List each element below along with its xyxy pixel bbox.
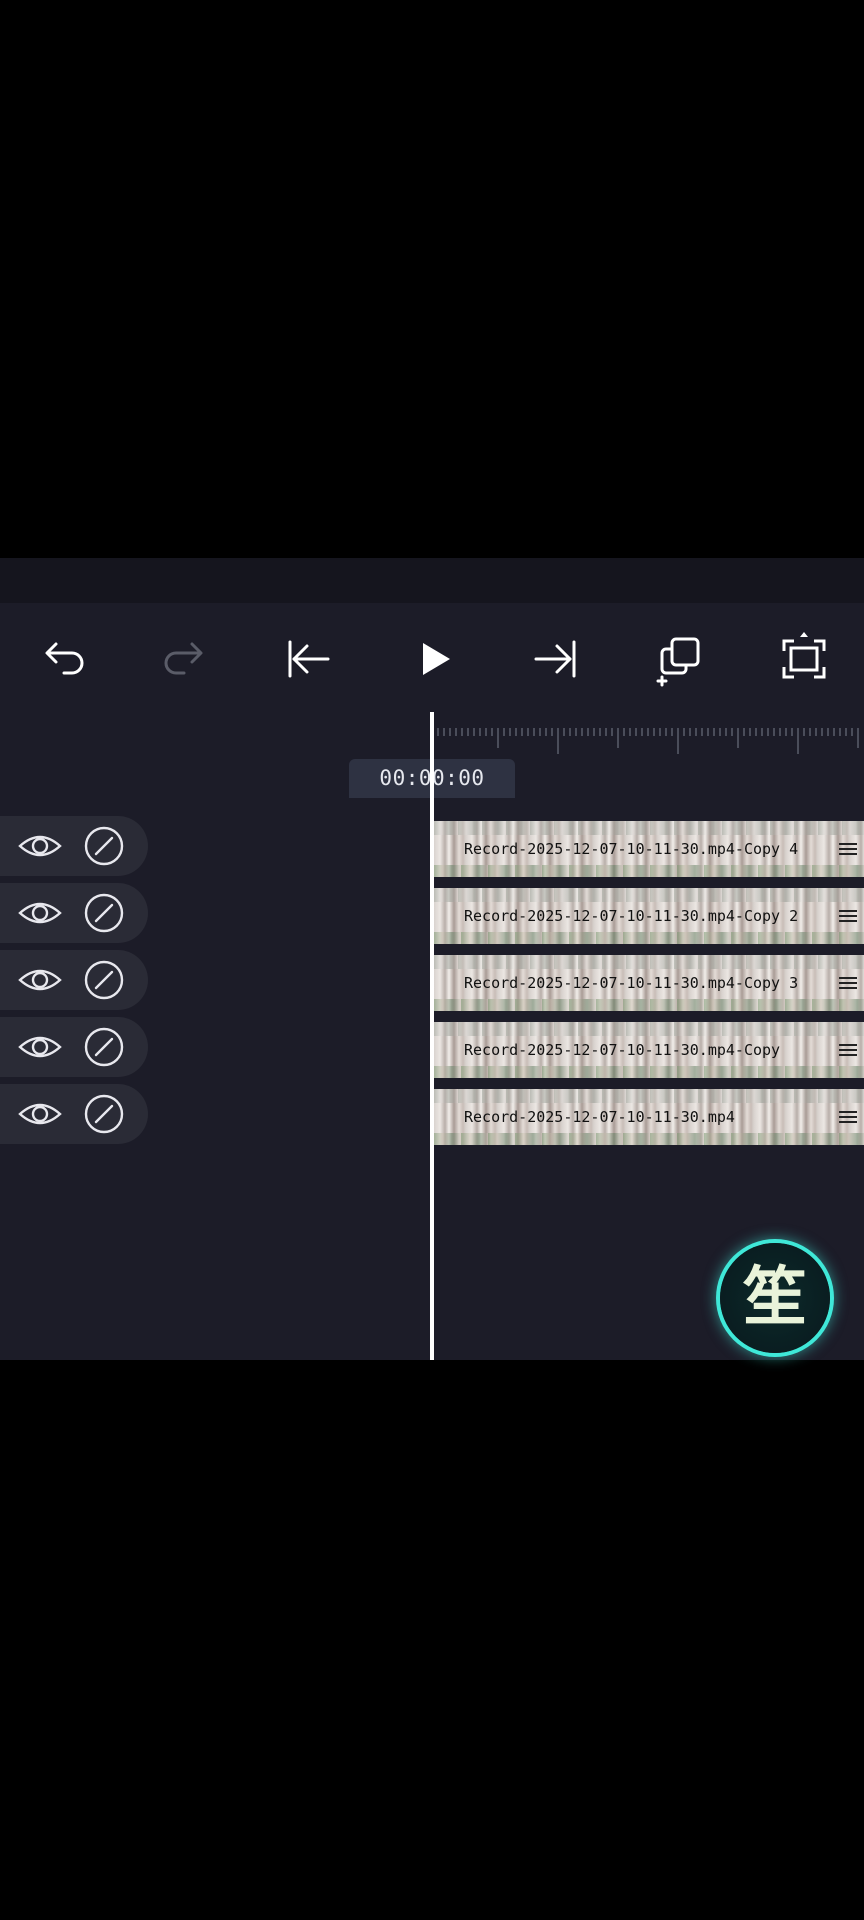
duplicate-icon <box>656 637 700 687</box>
skip-to-end-button[interactable] <box>518 621 594 697</box>
video-clip[interactable]: Record-2025-12-07-10-11-30.mp4-Copy 4 <box>434 821 864 877</box>
disable-toggle[interactable] <box>83 892 125 934</box>
prohibit-icon <box>84 826 124 866</box>
clip-handle-icon[interactable] <box>836 904 860 928</box>
playhead[interactable] <box>430 712 434 1360</box>
playback-toolbar <box>0 603 864 713</box>
floating-avatar[interactable]: 笙 <box>720 1243 830 1353</box>
clip-label: Record-2025-12-07-10-11-30.mp4-Copy 4 <box>464 840 799 858</box>
video-clip[interactable]: Record-2025-12-07-10-11-30.mp4-Copy 2 <box>434 888 864 944</box>
undo-button[interactable] <box>24 621 100 697</box>
skip-to-start-icon <box>288 640 330 678</box>
skip-to-end-icon <box>534 640 576 678</box>
visibility-toggle[interactable] <box>16 1094 64 1134</box>
eye-icon <box>18 902 62 924</box>
play-button[interactable] <box>396 621 472 697</box>
duplicate-button[interactable] <box>642 621 718 697</box>
track-control-3 <box>0 950 148 1010</box>
skip-to-start-button[interactable] <box>270 621 346 697</box>
clip-label: Record-2025-12-07-10-11-30.mp4 <box>464 1108 735 1126</box>
avatar-glyph: 笙 <box>743 1260 807 1335</box>
disable-toggle[interactable] <box>83 1026 125 1068</box>
video-clip[interactable]: Record-2025-12-07-10-11-30.mp4-Copy 3 <box>434 955 864 1011</box>
visibility-toggle[interactable] <box>16 1027 64 1067</box>
track-control-2 <box>0 883 148 943</box>
clip-handle-icon[interactable] <box>836 1105 860 1129</box>
clip-handle-icon[interactable] <box>836 1038 860 1062</box>
screen: 00:00:00 Record-2025-12-07-10-11-30.mp4-… <box>0 0 864 1920</box>
prohibit-icon <box>84 1094 124 1134</box>
eye-icon <box>18 1036 62 1058</box>
disable-toggle[interactable] <box>83 825 125 867</box>
visibility-toggle[interactable] <box>16 826 64 866</box>
prohibit-icon <box>84 893 124 933</box>
track-control-4 <box>0 1017 148 1077</box>
clip-handle-icon[interactable] <box>836 837 860 861</box>
redo-icon <box>164 642 203 675</box>
prohibit-icon <box>84 1027 124 1067</box>
fullscreen-button[interactable] <box>766 621 842 697</box>
clip-label: Record-2025-12-07-10-11-30.mp4-Copy <box>464 1041 781 1059</box>
track-control-1 <box>0 816 148 876</box>
undo-icon <box>45 642 84 675</box>
eye-icon <box>18 835 62 857</box>
editor-top-band <box>0 558 864 603</box>
timeline-ruler[interactable] <box>432 718 864 758</box>
visibility-toggle[interactable] <box>16 960 64 1000</box>
prohibit-icon <box>84 960 124 1000</box>
fullscreen-icon <box>782 632 826 679</box>
video-editor-panel: 00:00:00 Record-2025-12-07-10-11-30.mp4-… <box>0 558 864 1360</box>
clip-label: Record-2025-12-07-10-11-30.mp4-Copy 3 <box>464 974 799 992</box>
disable-toggle[interactable] <box>83 959 125 1001</box>
visibility-toggle[interactable] <box>16 893 64 933</box>
clip-label: Record-2025-12-07-10-11-30.mp4-Copy 2 <box>464 907 799 925</box>
eye-icon <box>18 1103 62 1125</box>
clip-handle-icon[interactable] <box>836 971 860 995</box>
redo-button[interactable] <box>148 621 224 697</box>
video-clip[interactable]: Record-2025-12-07-10-11-30.mp4 <box>434 1089 864 1145</box>
video-clip[interactable]: Record-2025-12-07-10-11-30.mp4-Copy <box>434 1022 864 1078</box>
disable-toggle[interactable] <box>83 1093 125 1135</box>
play-icon <box>423 643 450 675</box>
track-control-5 <box>0 1084 148 1144</box>
eye-icon <box>18 969 62 991</box>
